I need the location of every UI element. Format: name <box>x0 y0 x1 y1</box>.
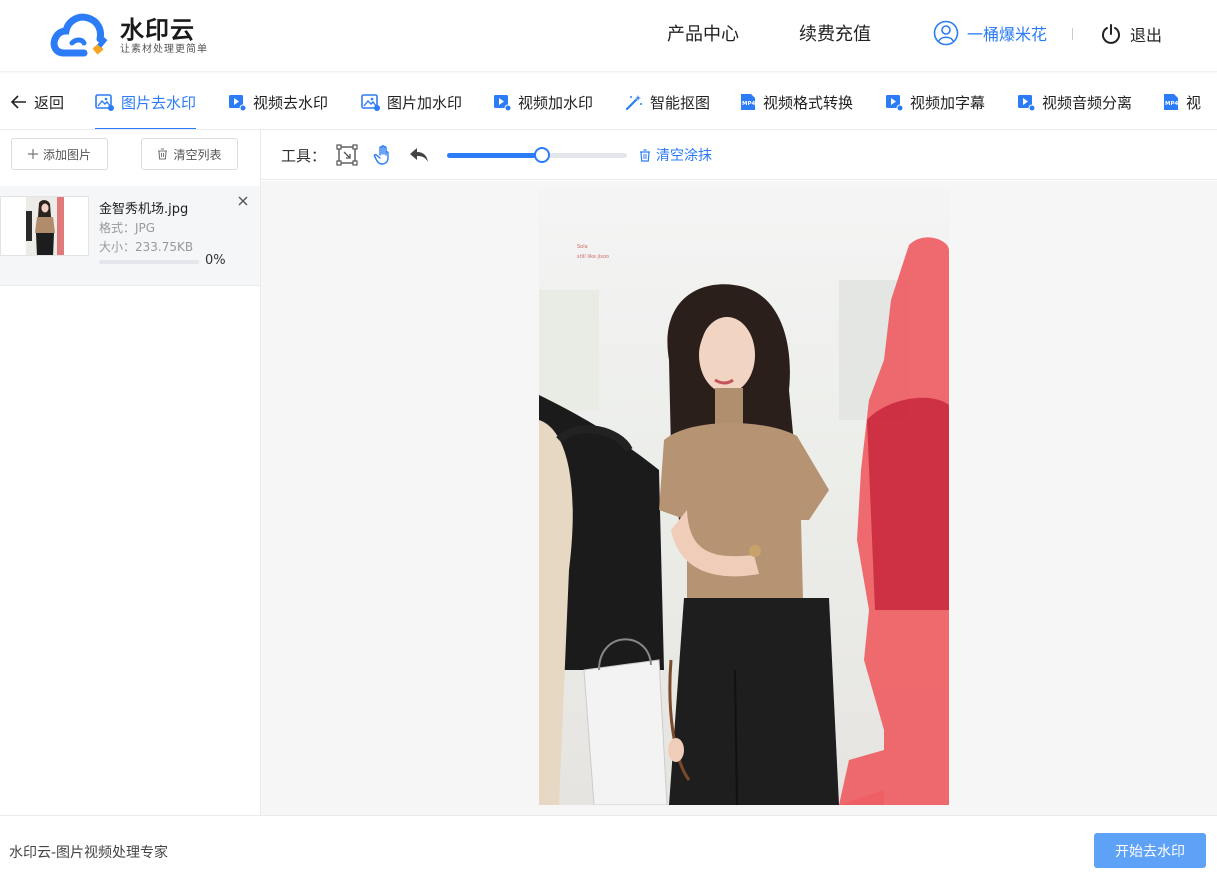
tab-label: 图片去水印 <box>121 93 197 112</box>
back-label: 返回 <box>34 93 65 112</box>
image-icon <box>95 93 114 111</box>
tab-video-audio-separate[interactable]: 视频音频分离 <box>1017 74 1133 129</box>
file-progress-bar <box>99 260 199 264</box>
logo-slogan: 让素材处理更简单 <box>120 44 208 55</box>
cloud-logo-icon <box>50 13 108 57</box>
svg-text:still like jisoo: still like jisoo <box>577 254 609 260</box>
tab-video-add-subtitles[interactable]: 视频加字幕 <box>885 74 986 129</box>
editable-photo[interactable]: Sola still like jisoo <box>539 190 949 805</box>
arrow-left-icon <box>11 95 27 109</box>
file-list-panel: 添加图片 清空列表 金智秀机场.jpg 格式：JPG 大小：233.75KB 0… <box>0 130 261 815</box>
editing-canvas: Sola still like jisoo <box>261 181 1217 815</box>
tab-video-remove-watermark[interactable]: 视频去水印 <box>228 74 329 129</box>
tab-image-add-watermark[interactable]: 图片加水印 <box>361 74 463 129</box>
clear-paint-button[interactable]: 清空涂抹 <box>639 145 712 165</box>
tab-video-format-convert[interactable]: MP4 视频格式转换 <box>740 74 854 129</box>
app-footer: 水印云-图片视频处理专家 开始去水印 <box>0 815 1217 874</box>
back-button[interactable]: 返回 <box>11 74 65 129</box>
select-area-tool[interactable] <box>335 143 359 167</box>
brush-size-slider[interactable] <box>447 147 627 163</box>
tab-video-add-watermark[interactable]: 视频加水印 <box>493 74 594 129</box>
tab-label: 视频去水印 <box>253 93 329 112</box>
logout-button[interactable]: 退出 <box>1100 22 1162 46</box>
svg-text:MP4: MP4 <box>1165 101 1179 107</box>
tab-label: 视频加字幕 <box>910 93 986 112</box>
hand-tool[interactable] <box>371 143 395 167</box>
trash-icon <box>640 148 650 162</box>
tool-tabs: 返回 图片去水印 视频去水印 图片加水印 视频加水印 智能抠图 MP4 视频格式… <box>0 74 1217 130</box>
undo-icon <box>410 148 428 162</box>
file-list-item[interactable]: 金智秀机场.jpg 格式：JPG 大小：233.75KB 0% <box>0 186 260 286</box>
trash-icon <box>158 148 168 160</box>
add-image-button[interactable]: 添加图片 <box>11 138 108 170</box>
add-image-label: 添加图片 <box>42 147 91 162</box>
svg-text:Sola: Sola <box>577 244 588 250</box>
video-icon <box>1017 94 1035 111</box>
tab-label: 视 <box>1186 93 1202 112</box>
tab-label: 视频加水印 <box>518 93 594 112</box>
plus-icon <box>27 149 38 159</box>
user-name: 一桶爆米花 <box>967 25 1048 44</box>
svg-text:MP4: MP4 <box>742 101 756 107</box>
user-avatar-icon <box>933 20 959 46</box>
file-size: 大小：233.75KB <box>99 240 194 254</box>
clear-paint-label: 清空涂抹 <box>656 148 712 164</box>
tab-label: 视频音频分离 <box>1042 93 1133 112</box>
file-format: 格式：JPG <box>99 221 156 235</box>
file-progress-text: 0% <box>205 253 226 268</box>
nav-renew-recharge[interactable]: 续费充值 <box>799 22 871 48</box>
mp4-file-icon: MP4 <box>1163 93 1179 111</box>
magic-wand-icon <box>625 94 643 111</box>
mp4-file-icon: MP4 <box>740 93 756 111</box>
tab-label: 智能抠图 <box>650 93 711 112</box>
logo[interactable]: 水印云 让素材处理更简单 <box>50 10 208 62</box>
app-header: 水印云 让素材处理更简单 产品中心 续费充值 一桶爆米花 退出 <box>0 0 1217 72</box>
nav-product-center[interactable]: 产品中心 <box>667 22 739 48</box>
select-area-icon <box>336 144 358 166</box>
user-account[interactable]: 一桶爆米花 <box>933 20 1047 46</box>
footer-text: 水印云-图片视频处理专家 <box>9 845 169 861</box>
video-icon <box>493 94 511 111</box>
clear-list-label: 清空列表 <box>173 147 222 162</box>
tab-label: 图片加水印 <box>387 93 463 112</box>
tab-video-more[interactable]: MP4 视 <box>1163 74 1202 129</box>
photo-illustration: Sola still like jisoo <box>539 190 949 805</box>
file-name: 金智秀机场.jpg <box>99 202 189 217</box>
header-divider <box>1072 28 1073 40</box>
tab-label: 视频格式转换 <box>763 93 854 112</box>
hand-icon <box>373 145 389 165</box>
image-icon <box>361 93 380 111</box>
start-remove-watermark-button[interactable]: 开始去水印 <box>1094 833 1206 868</box>
power-icon <box>1102 24 1120 44</box>
slider-knob[interactable] <box>534 147 551 163</box>
tab-smart-cutout[interactable]: 智能抠图 <box>625 74 711 129</box>
logout-label: 退出 <box>1130 26 1163 45</box>
tool-label: 工具： <box>281 147 327 165</box>
file-thumbnail <box>0 196 89 256</box>
clear-list-button[interactable]: 清空列表 <box>141 138 238 170</box>
tab-image-remove-watermark[interactable]: 图片去水印 <box>95 74 197 129</box>
video-icon <box>228 94 246 111</box>
logo-name: 水印云 <box>120 16 195 44</box>
slider-fill <box>447 153 543 158</box>
undo-tool[interactable] <box>407 143 431 167</box>
tool-bar: 工具： 清空涂抹 <box>261 130 1217 180</box>
video-icon <box>885 94 903 111</box>
close-icon[interactable] <box>236 194 250 208</box>
